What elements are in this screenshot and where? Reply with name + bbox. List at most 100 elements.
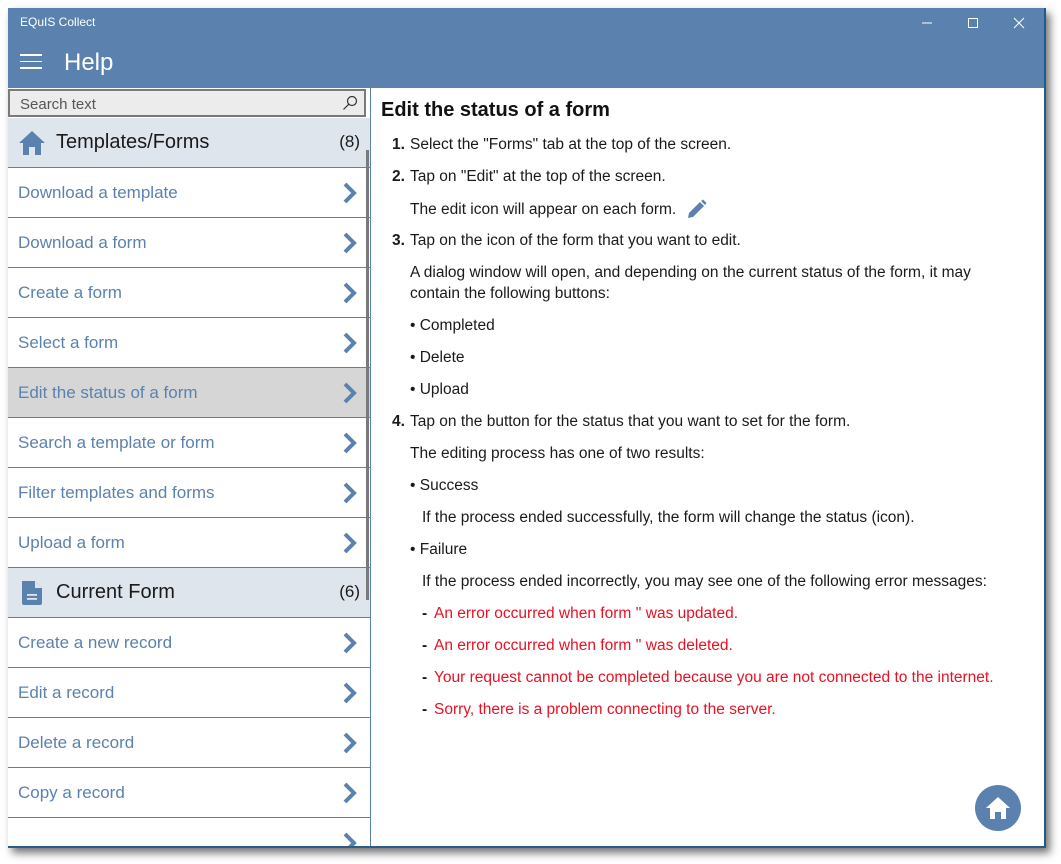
hamburger-icon <box>20 54 42 56</box>
home-button[interactable] <box>975 785 1021 831</box>
hamburger-icon-line <box>20 60 42 62</box>
error-text: An error occurred when form '' was updat… <box>434 605 739 622</box>
nav-item-label: Select a form <box>18 333 119 352</box>
maximize-icon <box>968 18 978 28</box>
nav-item-download-form[interactable]: Download a form <box>8 218 370 268</box>
error-message-3: - Your request cannot be completed becaus… <box>422 669 994 686</box>
bullet-text: Completed <box>419 317 495 334</box>
chevron-right-icon <box>343 282 357 304</box>
title-bar: EQuIS Collect <box>8 8 1044 40</box>
sidebar-scrollbar[interactable] <box>366 150 369 600</box>
nav-item-download-template[interactable]: Download a template <box>8 168 370 218</box>
step-2: 2. Tap on "Edit" at the top of the screen… <box>392 168 666 186</box>
result-failure: • Failure <box>410 541 468 558</box>
page-title: Help <box>64 49 114 76</box>
error-message-1: - An error occurred when form '' was upda… <box>422 605 739 622</box>
error-text: Sorry, there is a problem connecting to … <box>434 701 776 718</box>
close-button[interactable] <box>996 8 1042 38</box>
step-4-note: The editing process has one of two resul… <box>410 445 705 462</box>
home-icon <box>19 131 45 155</box>
nav-item-search-template-or-form[interactable]: Search a template or form <box>8 418 370 468</box>
nav-item-label: Delete a record <box>18 733 135 752</box>
nav-item-label: Create a form <box>18 283 122 302</box>
nav-item-label: Copy a record <box>18 783 125 802</box>
chevron-right-icon <box>343 832 357 846</box>
group-header-current-form[interactable]: Current Form (6) <box>8 568 370 618</box>
error-message-4: - Sorry, there is a problem connecting to… <box>422 701 776 718</box>
bullet-delete: • Delete <box>410 349 465 366</box>
step-number: 4. <box>392 413 405 430</box>
app-header: Help <box>8 40 1044 88</box>
hamburger-menu-button[interactable] <box>20 54 42 72</box>
chevron-right-icon <box>343 782 357 804</box>
chevron-right-icon <box>343 732 357 754</box>
group-count: (8) <box>339 132 360 151</box>
minimize-icon <box>922 22 932 24</box>
chevron-right-icon <box>343 532 357 554</box>
result-success: • Success <box>410 477 479 494</box>
nav-item-label: Create a new record <box>18 633 173 652</box>
search-input[interactable] <box>18 93 332 115</box>
nav-item-edit-status-of-form[interactable]: Edit the status of a form <box>8 368 370 418</box>
help-topic-title: Edit the status of a form <box>381 99 610 121</box>
app-title: EQuIS Collect <box>20 15 96 29</box>
chevron-right-icon <box>343 232 357 254</box>
bullet-completed: • Completed <box>410 317 495 334</box>
chevron-right-icon <box>343 332 357 354</box>
nav-item-select-form[interactable]: Select a form <box>8 318 370 368</box>
bullet-upload: • Upload <box>410 381 469 398</box>
result-label: Success <box>419 477 479 494</box>
help-content: Edit the status of a form 1. Select the "… <box>372 88 1042 846</box>
nav-item-label: Edit a record <box>18 683 115 702</box>
nav-item-label: Edit the status of a form <box>18 383 198 402</box>
step-text: Tap on the icon of the form that you wan… <box>410 232 741 249</box>
nav-item-label: Filter templates and forms <box>18 483 215 502</box>
step-text: Select the "Forms" tab at the top of the… <box>410 136 732 153</box>
chevron-right-icon <box>343 632 357 654</box>
minimize-button[interactable] <box>904 8 950 38</box>
help-topic-list: Templates/Forms (8) Download a template … <box>8 118 370 846</box>
step-2-note: The edit icon will appear on each form. <box>410 199 707 221</box>
result-label: Failure <box>419 541 468 558</box>
nav-item-label: Download a template <box>18 183 178 202</box>
nav-item-partially-hidden[interactable] <box>8 818 370 846</box>
error-text: An error occurred when form '' was delet… <box>434 637 733 654</box>
chevron-right-icon <box>343 682 357 704</box>
group-header-templates-forms[interactable]: Templates/Forms (8) <box>8 118 370 168</box>
step-3: 3. Tap on the icon of the form that you w… <box>392 232 741 250</box>
close-icon <box>1013 17 1025 29</box>
home-icon <box>986 797 1010 819</box>
chevron-right-icon <box>343 482 357 504</box>
error-message-2: - An error occurred when form '' was dele… <box>422 637 733 654</box>
nav-item-create-form[interactable]: Create a form <box>8 268 370 318</box>
step-number: 1. <box>392 136 405 153</box>
app-window: EQuIS Collect Help Search text Templates… <box>8 8 1046 848</box>
group-count: (6) <box>339 582 360 601</box>
step-text: Tap on "Edit" at the top of the screen. <box>410 168 666 185</box>
chevron-right-icon <box>343 182 357 204</box>
help-sidebar: Templates/Forms (8) Download a template … <box>8 88 371 846</box>
step-3-note-1: A dialog window will open, and depending… <box>410 264 971 281</box>
result-success-note: If the process ended successfully, the f… <box>422 509 915 526</box>
chevron-right-icon <box>343 382 357 404</box>
nav-item-filter-templates-forms[interactable]: Filter templates and forms <box>8 468 370 518</box>
nav-item-upload-form[interactable]: Upload a form <box>8 518 370 568</box>
result-failure-note: If the process ended incorrectly, you ma… <box>422 573 987 590</box>
maximize-button[interactable] <box>950 8 996 38</box>
nav-item-create-new-record[interactable]: Create a new record <box>8 618 370 668</box>
search-box <box>8 89 366 117</box>
error-text: Your request cannot be completed because… <box>434 669 994 686</box>
step-number: 3. <box>392 232 405 249</box>
step-1: 1. Select the "Forms" tab at the top of t… <box>392 136 731 154</box>
nav-item-delete-record[interactable]: Delete a record <box>8 718 370 768</box>
bullet-text: Delete <box>419 349 465 366</box>
nav-item-edit-record[interactable]: Edit a record <box>8 668 370 718</box>
nav-item-label: Download a form <box>18 233 147 252</box>
nav-item-copy-record[interactable]: Copy a record <box>8 768 370 818</box>
step-text: Tap on the button for the status that yo… <box>410 413 851 430</box>
group-title: Current Form <box>56 581 175 603</box>
search-icon[interactable] <box>342 95 358 111</box>
document-icon <box>22 581 42 605</box>
bullet-text: Upload <box>419 381 469 398</box>
step-4: 4. Tap on the button for the status that … <box>392 413 850 431</box>
